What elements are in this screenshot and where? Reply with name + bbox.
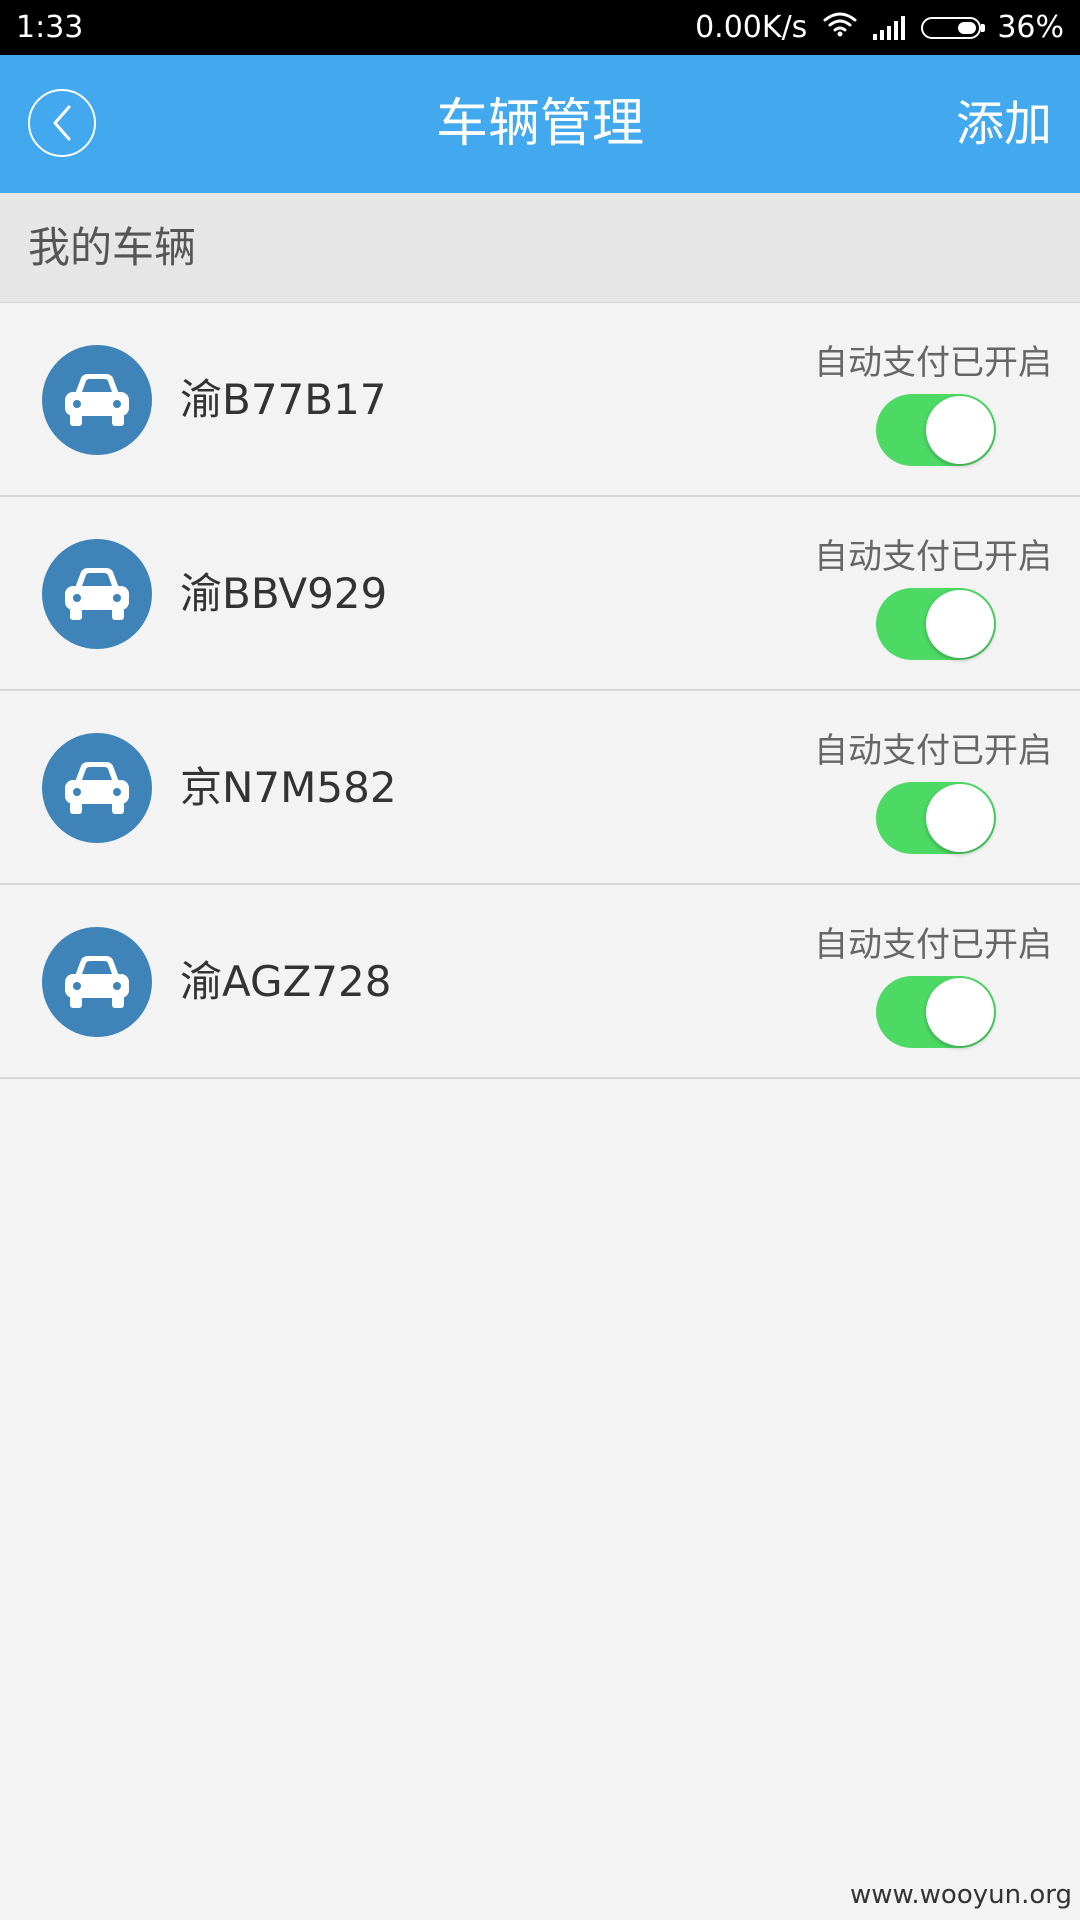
battery-level [958, 21, 977, 34]
vehicle-row[interactable]: 渝AGZ728 自动支付已开启 [0, 885, 1080, 1079]
auto-pay-status: 自动支付已开启 [814, 925, 1052, 965]
app-bar: 车辆管理 添加 [0, 55, 1080, 193]
wifi-icon [823, 10, 857, 45]
auto-pay-status: 自动支付已开启 [814, 537, 1052, 577]
car-icon [42, 345, 152, 455]
cell-signal-icon [873, 15, 906, 40]
battery-percent: 36% [997, 10, 1064, 45]
vehicle-row[interactable]: 京N7M582 自动支付已开启 [0, 691, 1080, 885]
car-icon [42, 927, 152, 1037]
auto-pay-status: 自动支付已开启 [814, 731, 1052, 771]
auto-pay-toggle[interactable] [876, 588, 996, 660]
watermark: www.wooyun.org [849, 1880, 1072, 1910]
vehicle-list: 渝B77B17 自动支付已开启 渝BBV929 自动支付已开启 京N7M582 … [0, 303, 1080, 1079]
section-header-my-vehicles: 我的车辆 [0, 193, 1080, 303]
vehicle-row[interactable]: 渝BBV929 自动支付已开启 [0, 497, 1080, 691]
plate-number: 渝BBV929 [180, 569, 388, 618]
status-indicators: 0.00K/s 36% [695, 10, 1064, 45]
auto-pay-toggle[interactable] [876, 394, 996, 466]
add-vehicle-button[interactable]: 添加 [956, 55, 1052, 193]
plate-number: 渝B77B17 [180, 375, 387, 424]
car-icon [42, 539, 152, 649]
car-icon [42, 733, 152, 843]
auto-pay-toggle[interactable] [876, 976, 996, 1048]
auto-pay-status: 自动支付已开启 [814, 343, 1052, 383]
vehicle-row[interactable]: 渝B77B17 自动支付已开启 [0, 303, 1080, 497]
page-title: 车辆管理 [435, 94, 644, 154]
toggle-knob [926, 784, 994, 852]
toggle-knob [926, 978, 994, 1046]
net-speed: 0.00K/s [695, 10, 808, 45]
plate-number: 渝AGZ728 [180, 957, 392, 1006]
battery-icon [921, 16, 986, 39]
plate-number: 京N7M582 [180, 763, 397, 812]
toggle-knob [926, 590, 994, 658]
status-bar: 1:33 0.00K/s 36% [0, 0, 1080, 55]
auto-pay-toggle[interactable] [876, 782, 996, 854]
status-time: 1:33 [16, 10, 84, 45]
toggle-knob [926, 396, 994, 464]
